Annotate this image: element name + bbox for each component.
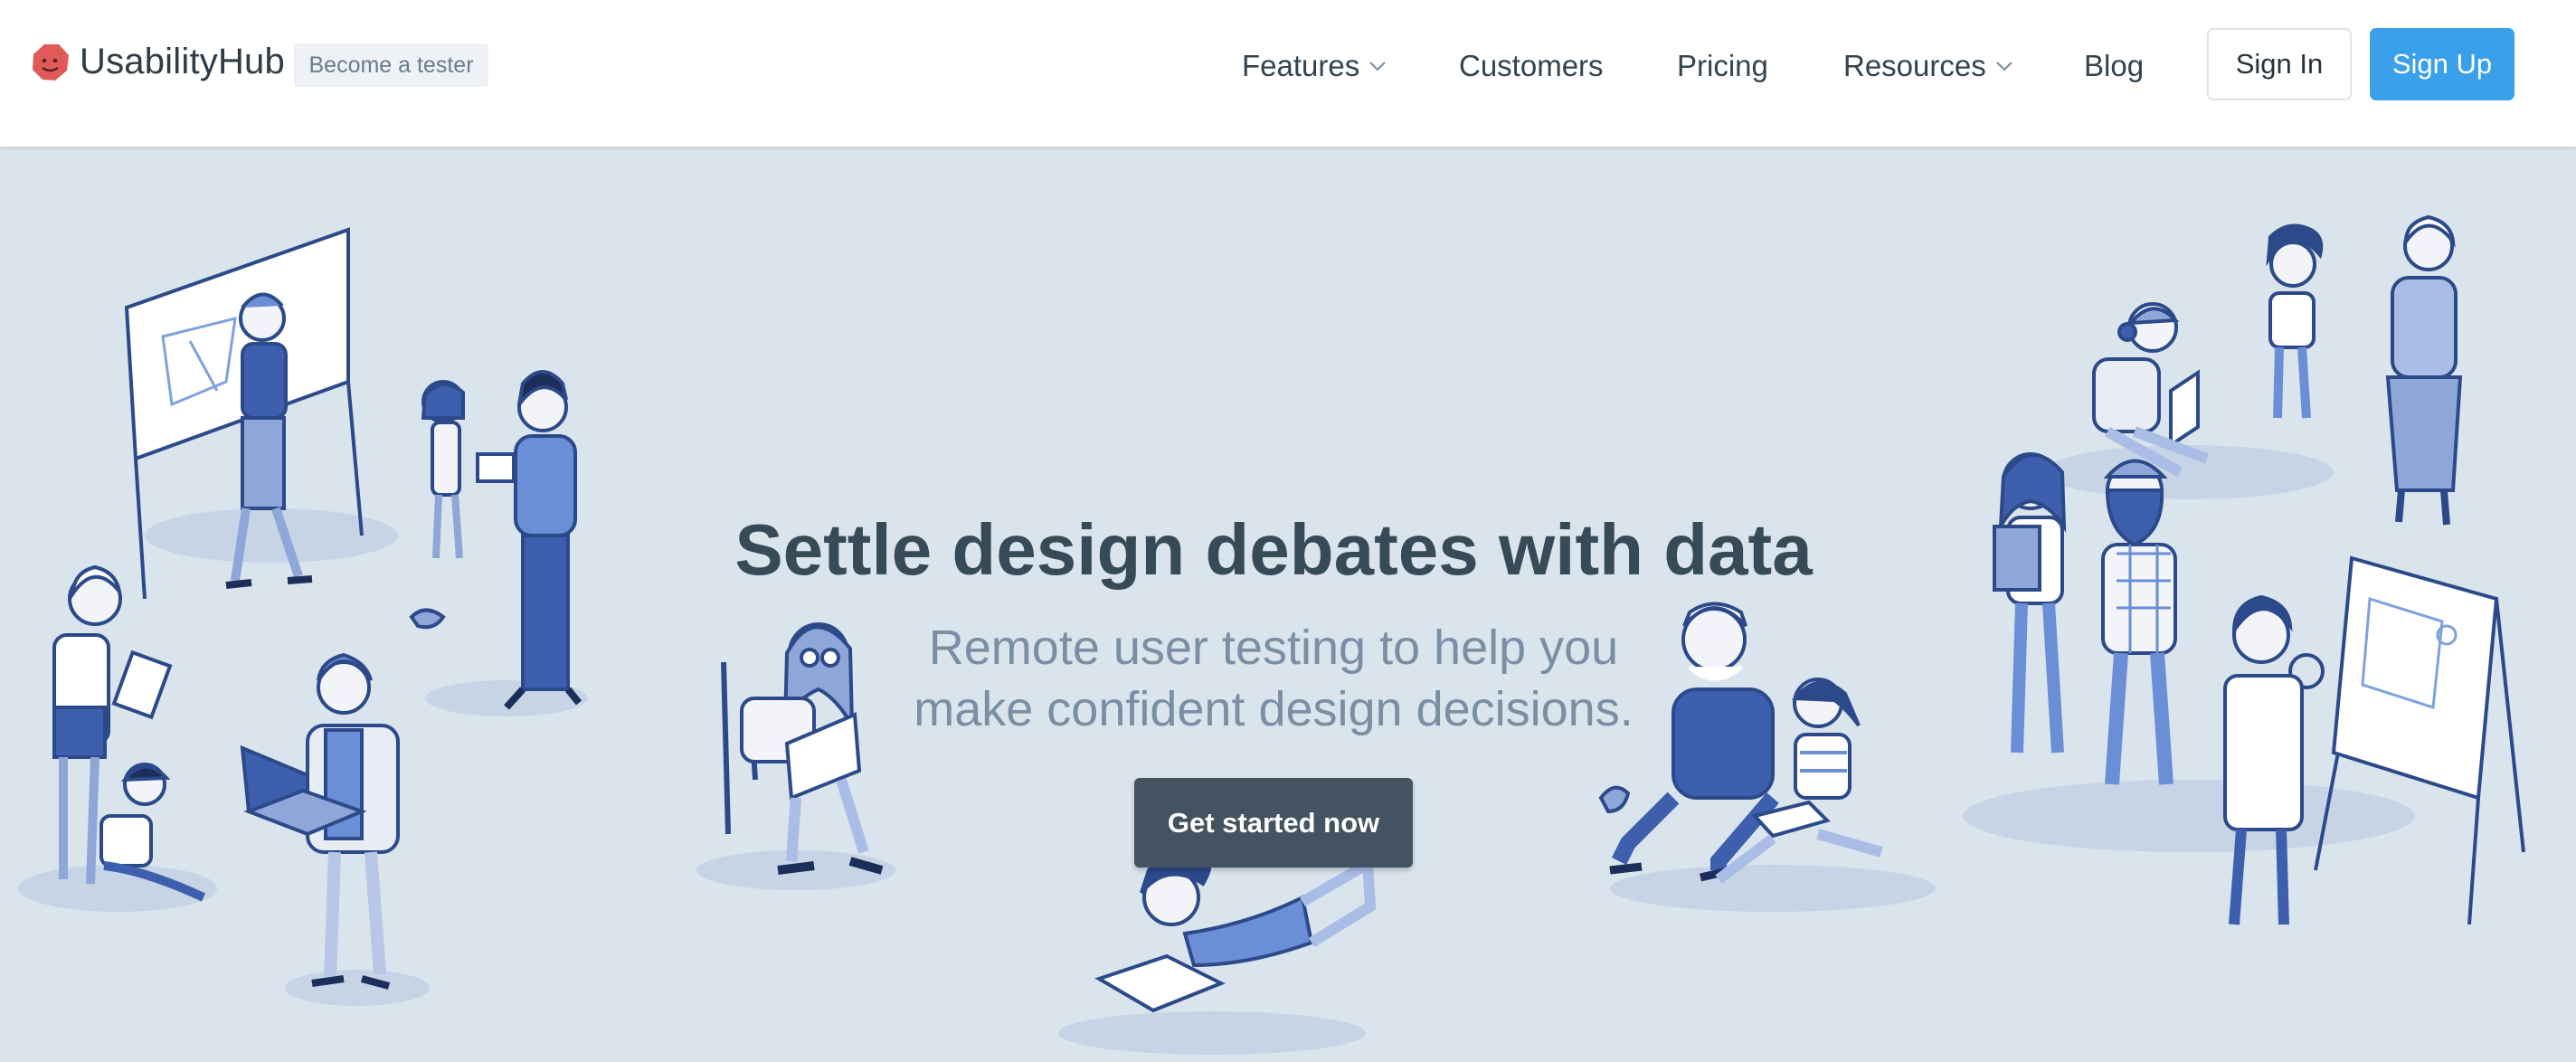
man-with-laptop-illustration: [240, 652, 430, 1006]
mother-child-illustration: [18, 564, 217, 912]
nav-pricing-label: Pricing: [1677, 49, 1768, 82]
nav-blog-label: Blog: [2084, 49, 2145, 82]
get-started-button[interactable]: Get started now: [1134, 778, 1413, 868]
nav-item-customers[interactable]: Customers: [1459, 0, 1604, 132]
nav-item-features[interactable]: Features: [1242, 0, 1387, 132]
hero-headline: Settle design debates with data: [734, 509, 1813, 590]
nav-item-pricing[interactable]: Pricing: [1677, 0, 1768, 132]
chevron-down-icon: [1369, 62, 1387, 71]
top-navigation-bar: UsabilityHub Become a tester Features Cu…: [0, 0, 2576, 147]
hero-section: Settle design debates with data Remote u…: [0, 147, 2576, 1062]
sign-in-button[interactable]: Sign In: [2207, 28, 2352, 100]
hero-subheadline: Remote user testing to help you make con…: [821, 617, 1726, 740]
chevron-down-icon: [1995, 62, 2012, 71]
nav-item-blog[interactable]: Blog: [2084, 0, 2144, 132]
nav-item-resources[interactable]: Resources: [1843, 0, 2013, 132]
hero-subheadline-line-1: Remote user testing to help you: [928, 621, 1619, 675]
nav-customers-label: Customers: [1459, 49, 1604, 82]
sign-up-button[interactable]: Sign Up: [2370, 28, 2514, 100]
usabilityhub-logo-icon: [33, 43, 69, 81]
nav-features-label: Features: [1242, 49, 1360, 82]
hero-illustration: [18, 214, 2525, 1055]
become-tester-link[interactable]: Become a tester: [294, 43, 488, 87]
nav-resources-label: Resources: [1843, 49, 1986, 82]
hero-subheadline-line-2: make confident design decisions.: [914, 682, 1634, 736]
brand-name: UsabilityHub: [80, 42, 285, 81]
logo[interactable]: UsabilityHub: [31, 42, 285, 82]
